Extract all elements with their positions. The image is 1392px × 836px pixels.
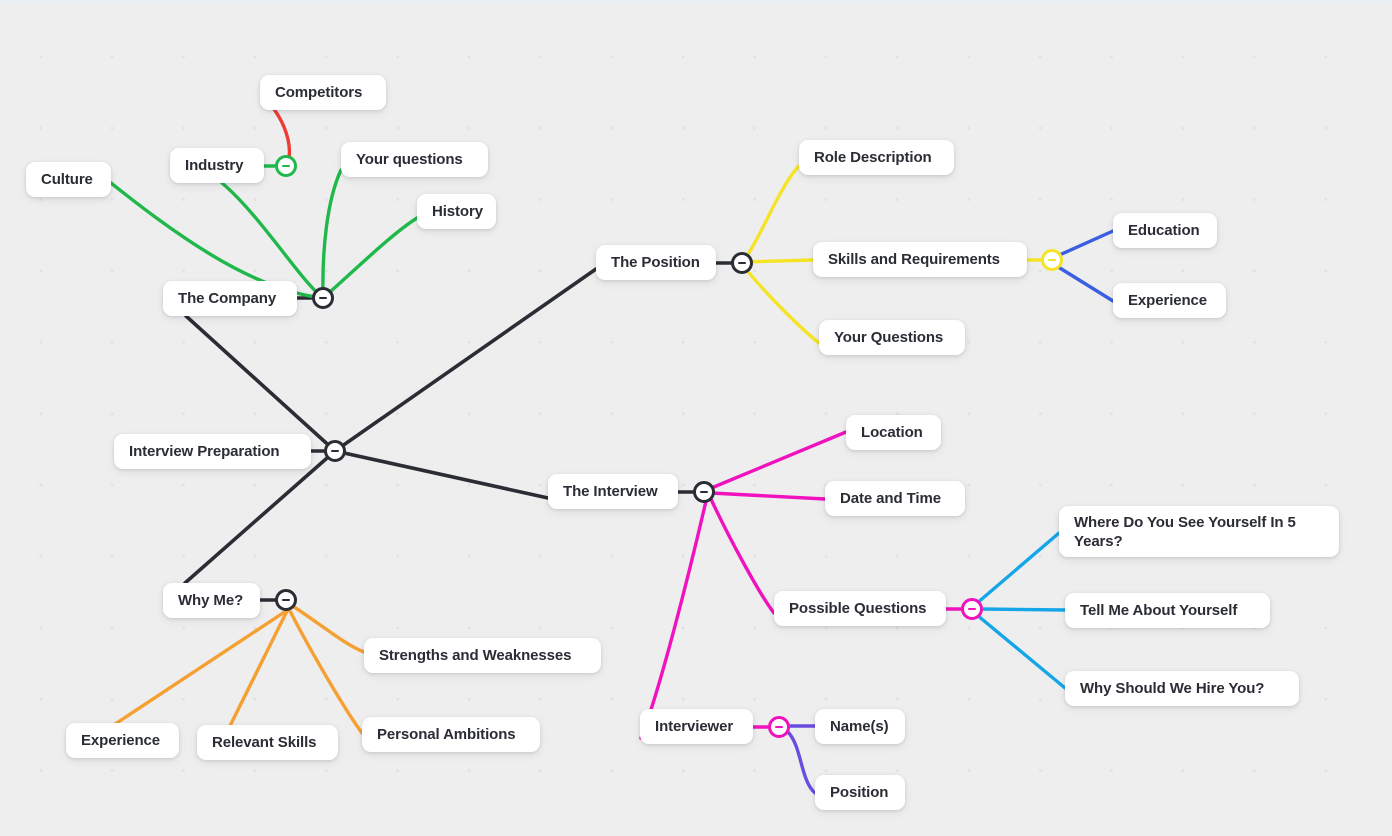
mindmap-node-strengths-weaknesses[interactable]: Strengths and Weaknesses — [364, 638, 601, 673]
collapse-toggle-interview[interactable] — [693, 481, 715, 503]
mindmap-node-interview[interactable]: The Interview — [548, 474, 678, 509]
collapse-toggle-company[interactable] — [312, 287, 334, 309]
mindmap-node-position[interactable]: The Position — [596, 245, 716, 280]
mindmap-node-education[interactable]: Education — [1113, 213, 1217, 248]
mindmap-node-competitors[interactable]: Competitors — [260, 75, 386, 110]
mindmap-node-location[interactable]: Location — [846, 415, 941, 450]
collapse-toggle-questions[interactable] — [961, 598, 983, 620]
mindmap-node-history[interactable]: History — [417, 194, 496, 229]
mindmap-node-experience-why[interactable]: Experience — [66, 723, 179, 758]
minus-icon — [700, 490, 708, 494]
mindmap-node-interviewer[interactable]: Interviewer — [640, 709, 753, 744]
mindmap-node-your-questions-cap[interactable]: Your Questions — [819, 320, 965, 355]
minus-icon — [738, 261, 746, 265]
collapse-toggle-position[interactable] — [731, 252, 753, 274]
collapse-toggle-root[interactable] — [324, 440, 346, 462]
link-interview-location[interactable] — [707, 430, 848, 491]
link-interviewer-position[interactable] — [785, 729, 817, 795]
minus-icon — [775, 725, 783, 729]
mindmap-node-personal-ambitions[interactable]: Personal Ambitions — [362, 717, 540, 752]
mindmap-node-skills-requirements[interactable]: Skills and Requirements — [813, 242, 1027, 277]
minus-icon — [319, 296, 327, 300]
link-position-role[interactable] — [740, 164, 801, 265]
mindmap-canvas[interactable]: Interview Preparation The Company Culture I… — [0, 0, 1392, 836]
link-root-whyme[interactable] — [183, 449, 337, 585]
link-root-position[interactable] — [333, 267, 598, 453]
collapse-toggle-industry[interactable] — [275, 155, 297, 177]
link-possible-where[interactable] — [974, 531, 1061, 606]
mindmap-node-tell-me-about[interactable]: Tell Me About Yourself — [1065, 593, 1270, 628]
mindmap-node-company[interactable]: The Company — [163, 281, 297, 316]
mindmap-node-your-questions-low[interactable]: Your questions — [341, 142, 488, 177]
minus-icon — [1048, 258, 1056, 262]
link-possible-why[interactable] — [975, 613, 1067, 690]
link-position-yourq[interactable] — [740, 262, 821, 345]
link-whyme-strengths[interactable] — [289, 603, 366, 654]
minus-icon — [282, 598, 290, 602]
collapse-toggle-whyme[interactable] — [275, 589, 297, 611]
collapse-toggle-skills[interactable] — [1041, 249, 1063, 271]
link-company-history[interactable] — [321, 216, 419, 300]
minus-icon — [282, 164, 290, 168]
link-possible-tell[interactable] — [979, 607, 1067, 612]
mindmap-node-relevant-skills[interactable]: Relevant Skills — [197, 725, 338, 760]
link-skills-education[interactable] — [1053, 229, 1115, 259]
mindmap-node-where-5-years[interactable]: Where Do You See Yourself In 5 Years? — [1059, 506, 1339, 557]
mindmap-node-why-hire-you[interactable]: Why Should We Hire You? — [1065, 671, 1299, 706]
link-root-company[interactable] — [184, 314, 337, 453]
mindmap-node-culture[interactable]: Culture — [26, 162, 111, 197]
link-company-yourq[interactable] — [321, 168, 343, 300]
mindmap-node-why-me[interactable]: Why Me? — [163, 583, 260, 618]
collapse-toggle-interviewer[interactable] — [768, 716, 790, 738]
link-interview-interviewer[interactable] — [639, 499, 708, 740]
minus-icon — [968, 607, 976, 611]
mindmap-node-root[interactable]: Interview Preparation — [114, 434, 311, 469]
minus-icon — [331, 449, 339, 453]
mindmap-node-experience-pos[interactable]: Experience — [1113, 283, 1226, 318]
mindmap-node-names[interactable]: Name(s) — [815, 709, 905, 744]
mindmap-node-industry[interactable]: Industry — [170, 148, 264, 183]
link-skills-experience[interactable] — [1053, 263, 1115, 303]
mindmap-node-position-sub[interactable]: Position — [815, 775, 905, 810]
link-interview-possible[interactable] — [708, 495, 776, 615]
mindmap-node-possible-questions[interactable]: Possible Questions — [774, 591, 946, 626]
mindmap-node-date-time[interactable]: Date and Time — [825, 481, 965, 516]
link-root-interview[interactable] — [333, 449, 550, 500]
mindmap-node-role-description[interactable]: Role Description — [799, 140, 954, 175]
link-interview-date[interactable] — [709, 491, 827, 501]
